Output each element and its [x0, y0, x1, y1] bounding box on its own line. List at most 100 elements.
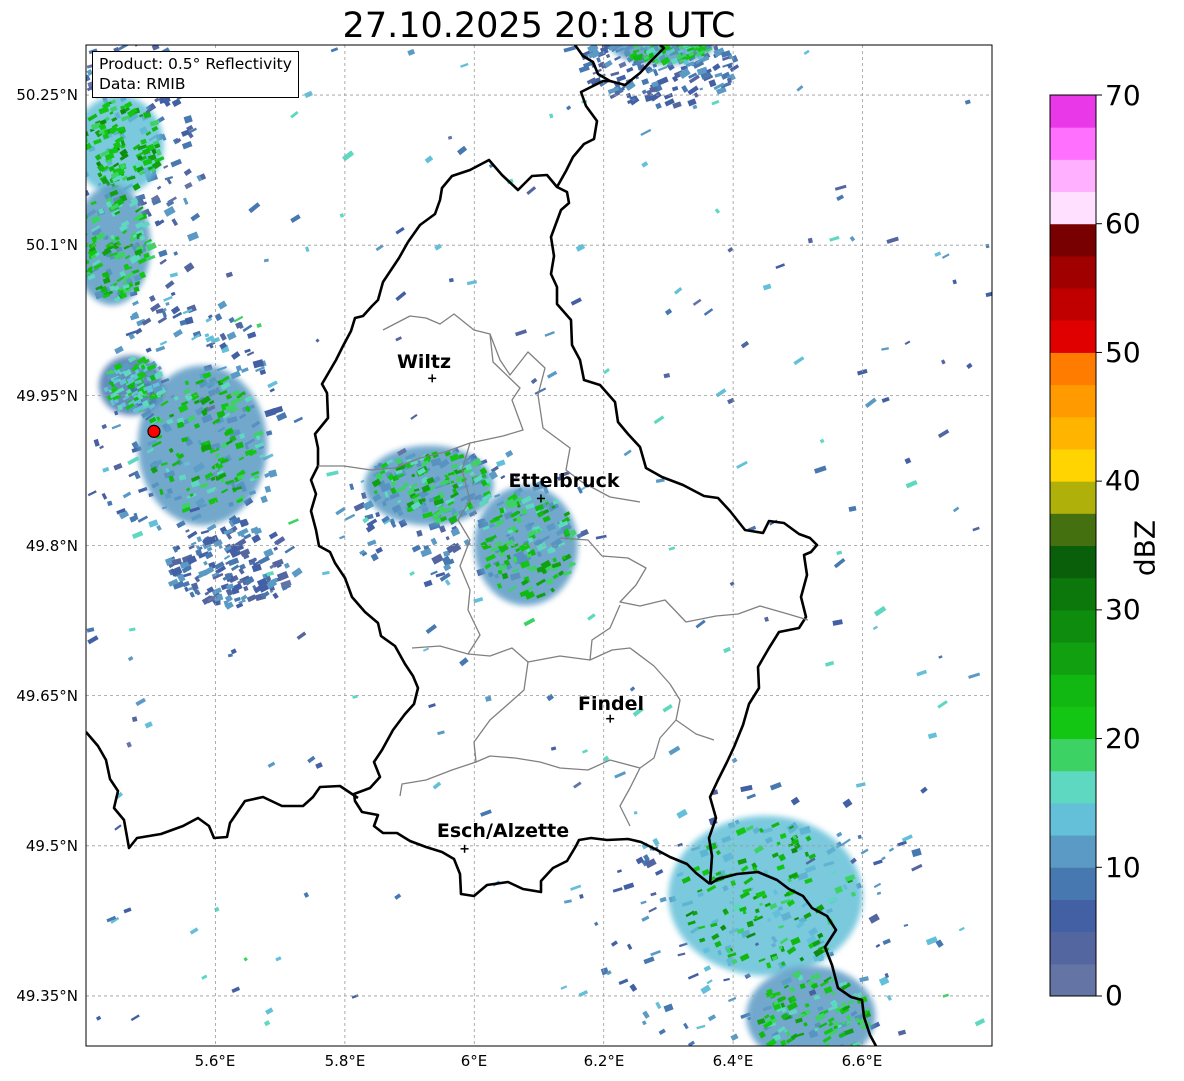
echo-light-pixel: [344, 513, 356, 521]
echo-light-pixel: [629, 983, 638, 992]
echo-streak: [579, 893, 584, 899]
echo-light-pixel: [642, 1010, 650, 1019]
echo-streak: [315, 338, 320, 343]
echo-streak: [872, 625, 879, 630]
echo-streak: [920, 786, 928, 794]
echo-light-pixel: [769, 781, 782, 791]
echo-streak: [164, 280, 175, 290]
echo-streak: [550, 746, 557, 751]
echo-cell-pixel: [676, 37, 681, 42]
echo-light-pixel: [268, 531, 279, 540]
echo-light-pixel: [243, 585, 249, 592]
echo-streak: [974, 1018, 986, 1027]
echo-light-pixel: [640, 900, 647, 905]
echo-streak: [546, 370, 558, 379]
echo-light-pixel: [276, 412, 288, 422]
echo-light-pixel: [790, 796, 800, 806]
echo-streak: [958, 926, 965, 932]
echo-light-pixel: [223, 554, 231, 560]
echo-light-pixel: [648, 906, 657, 913]
echo-streak: [233, 315, 244, 323]
echo-streak: [729, 581, 735, 587]
echo-light-pixel: [911, 848, 922, 858]
echo-streak: [581, 749, 588, 754]
echo-streak: [663, 372, 671, 379]
colorbar-tick-40: 40: [1105, 464, 1141, 497]
echo-cell-pixel: [674, 29, 682, 36]
lat-label-49-65: 49.65°N: [16, 687, 78, 705]
echo-streak: [534, 387, 547, 395]
echo-light-pixel: [658, 65, 668, 72]
echo-streak: [740, 340, 750, 349]
echo-streak: [114, 824, 122, 831]
echo-streak: [881, 347, 889, 351]
colorbar-segment: [1050, 802, 1096, 836]
echo-streak: [668, 546, 676, 551]
echo-light-pixel: [240, 367, 249, 374]
echo-light-pixel: [658, 1028, 666, 1035]
echo-streak: [447, 135, 453, 140]
echo-streak: [941, 253, 950, 259]
echo-light-pixel: [672, 40, 678, 44]
colorbar-segment: [1050, 867, 1096, 900]
colorbar-segment: [1050, 835, 1096, 868]
echo-streak: [927, 732, 938, 740]
echo-streak: [570, 297, 582, 306]
echo-streak: [131, 716, 138, 722]
echo-streak: [86, 627, 95, 633]
colorbar-segment: [1050, 706, 1096, 740]
echo-streak: [293, 416, 304, 424]
echo-light-pixel: [841, 838, 851, 846]
echo-cell-pixel: [831, 1048, 841, 1056]
echo-light-pixel: [700, 984, 712, 995]
echo-light-pixel: [171, 98, 182, 108]
echo-streak: [395, 291, 407, 302]
echo-light-pixel: [623, 25, 634, 34]
echo-streak: [459, 657, 469, 667]
echo-streak: [968, 672, 981, 679]
echo-light-pixel: [683, 1022, 689, 1030]
echo-cell-pixel: [697, 31, 706, 36]
echo-streak: [904, 340, 911, 346]
echo-light-pixel: [204, 333, 210, 338]
echo-streak: [916, 669, 928, 677]
echo-light-pixel: [706, 979, 713, 985]
echo-light-pixel: [217, 300, 228, 310]
echo-streak: [573, 781, 582, 789]
colorbar-segment: [1050, 577, 1096, 611]
echo-streak: [836, 550, 843, 556]
echo-light-pixel: [68, 130, 78, 136]
echo-light-pixel: [762, 1051, 771, 1059]
echo-light-pixel: [137, 515, 149, 523]
echo-light-pixel: [712, 63, 721, 72]
colorbar-segment: [1050, 127, 1096, 160]
echo-light-pixel: [144, 38, 151, 45]
colorbar-segment: [1050, 899, 1096, 933]
echo-light-pixel: [196, 536, 202, 543]
echo-light-pixel: [659, 896, 667, 903]
echo-light-pixel: [600, 61, 606, 69]
echo-light-pixel: [264, 408, 277, 418]
echo-light-pixel: [203, 560, 208, 566]
echo-cell-pixel: [642, 31, 648, 37]
echo-light-pixel: [616, 74, 627, 82]
echo-cell-pixel: [665, 34, 669, 38]
echo-streak: [87, 490, 97, 497]
echo-cell-pixel: [656, 35, 667, 42]
echo-streak: [964, 99, 971, 105]
echo-streak: [227, 653, 233, 658]
echo-cell-pixel: [679, 32, 686, 39]
lat-label-50-25: 50.25°N: [16, 86, 78, 104]
colorbar-segment: [1050, 642, 1096, 675]
echo-streak: [128, 627, 136, 632]
echo-streak: [603, 368, 611, 375]
echo-streak: [714, 208, 721, 214]
echo-streak: [267, 761, 276, 768]
echo-light-pixel: [901, 834, 913, 842]
echo-streak: [911, 863, 923, 872]
echo-light-pixel: [145, 347, 152, 353]
echo-streak: [703, 308, 714, 316]
echo-streak: [563, 45, 576, 53]
echo-light-pixel: [71, 141, 79, 148]
echo-light-pixel: [617, 34, 624, 42]
